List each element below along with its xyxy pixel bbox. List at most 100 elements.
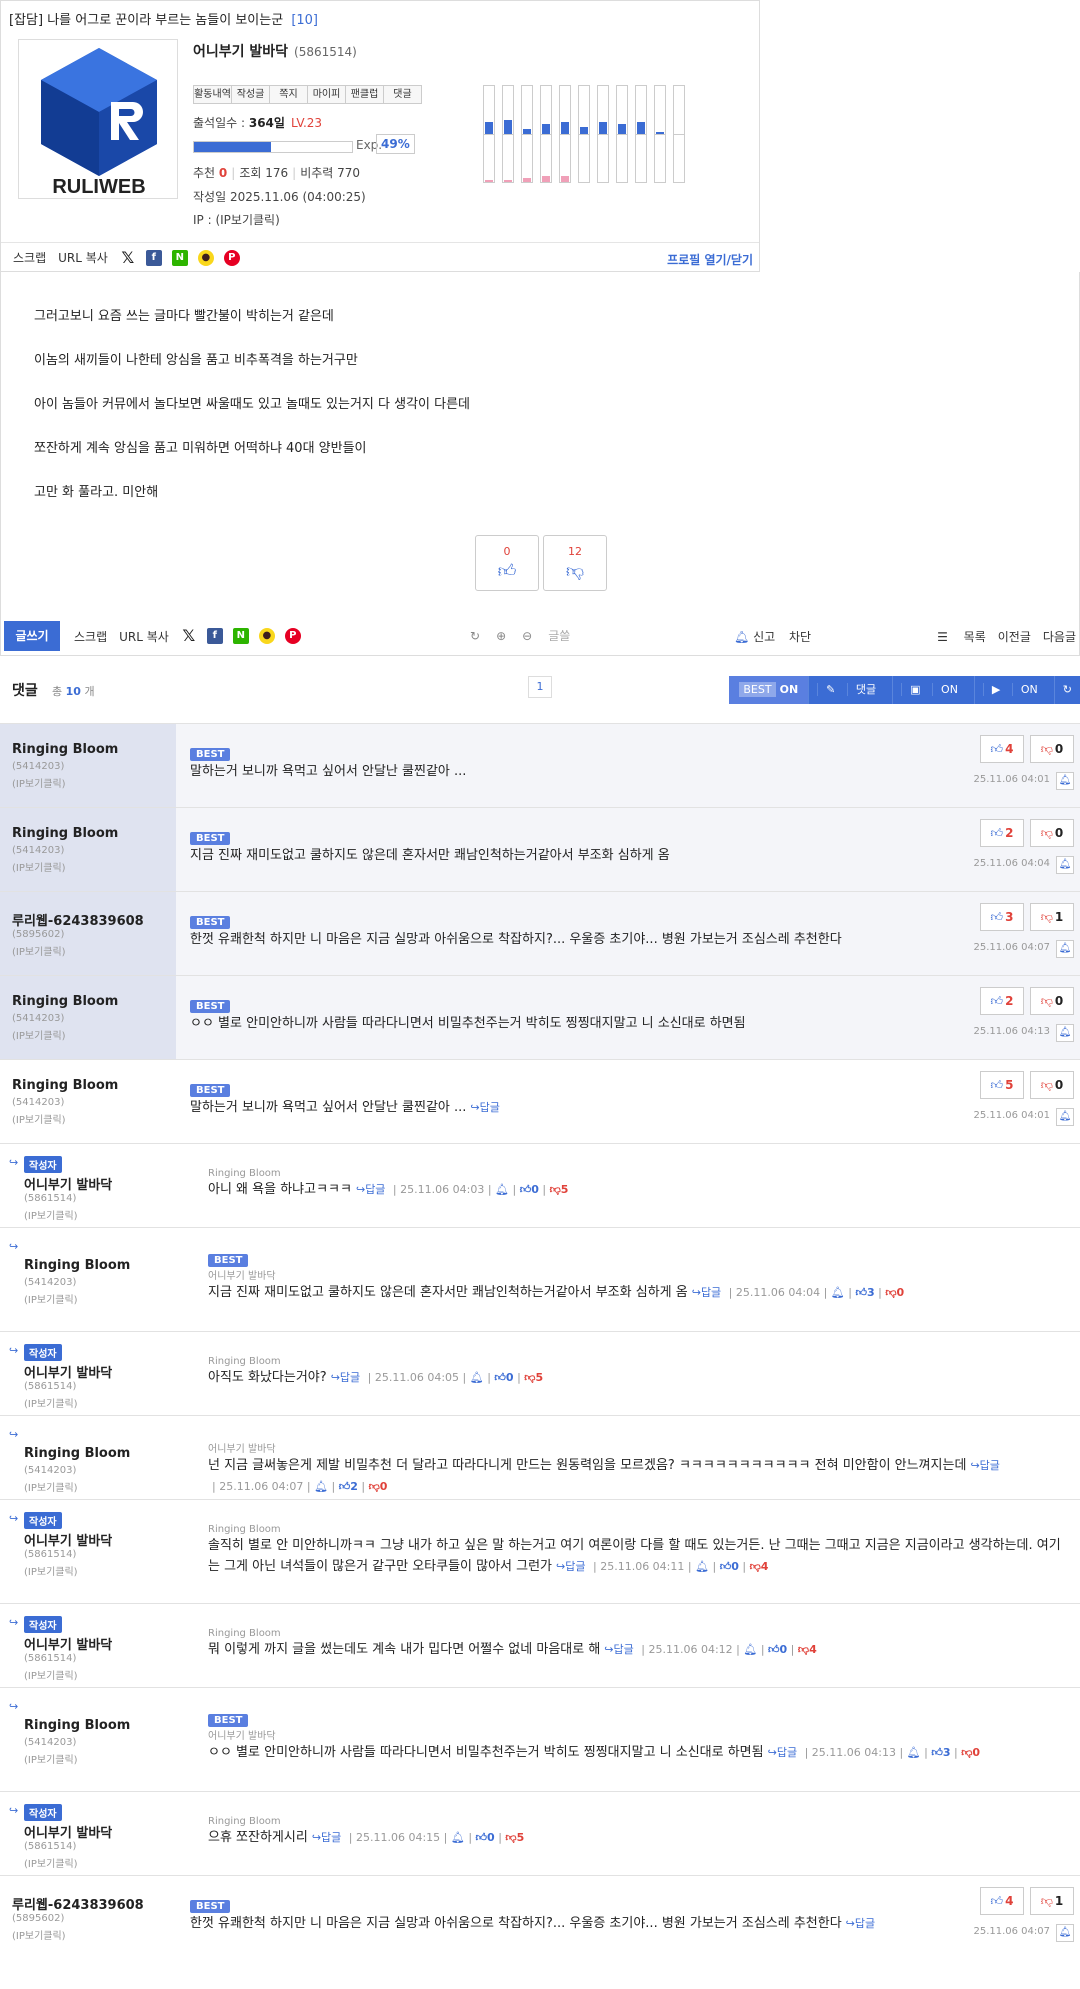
author-nick[interactable]: 어니부기 발바닥 (5861514) [193, 41, 357, 61]
bell-icon[interactable]: 🔔︎ [314, 1480, 328, 1493]
recommend-button[interactable]: 0 👍︎ [475, 535, 539, 591]
comment-downvote[interactable]: 👎︎0 [885, 1286, 904, 1299]
comment-downvote-button[interactable]: 👎︎ 1 [1030, 903, 1074, 931]
bell-icon[interactable]: 🔔︎ [1056, 940, 1074, 958]
page-number[interactable]: 1 [528, 676, 552, 698]
author-tab[interactable]: 쪽지 [269, 85, 308, 104]
profile-toggle-button[interactable]: 프로필 열기/닫기 [667, 251, 753, 268]
comment-upvote-button[interactable]: 👍︎ 2 [980, 987, 1024, 1015]
bell-icon[interactable]: 🔔︎ [907, 1746, 921, 1759]
comment-upvote[interactable]: 👍︎0 [520, 1183, 539, 1196]
reply-link[interactable]: ↪답글 [692, 1286, 721, 1299]
comment-downvote-button[interactable]: 👎︎ 0 [1030, 735, 1074, 763]
scrap-link[interactable]: 스크랩 [74, 628, 107, 645]
comment-username[interactable]: 어니부기 발바닥 [24, 1822, 112, 1841]
scrap-link[interactable]: 스크랩 [13, 249, 46, 266]
comment-downvote[interactable]: 👎︎5 [505, 1831, 524, 1844]
author-tab[interactable]: 활동내역 [193, 85, 232, 104]
comment-downvote[interactable]: 👎︎5 [550, 1183, 569, 1196]
comment-downvote-button[interactable]: 👎︎ 0 [1030, 819, 1074, 847]
comment-downvote-button[interactable]: 👎︎ 1 [1030, 1887, 1074, 1915]
reply-link[interactable]: ↪답글 [470, 1101, 499, 1114]
zoom-in-icon[interactable]: ⊕ [496, 629, 506, 643]
comment-write-button[interactable]: ✎ 댓글 [808, 676, 892, 704]
reply-link[interactable]: ↪답글 [331, 1371, 360, 1384]
facebook-share-icon[interactable]: f [206, 628, 223, 644]
reply-link[interactable]: ↪답글 [768, 1746, 797, 1759]
reply-link[interactable]: ↪답글 [312, 1831, 341, 1844]
reply-link[interactable]: ↪답글 [846, 1917, 875, 1930]
comment-username[interactable]: Ringing Bloom [12, 742, 118, 757]
comment-ip[interactable]: (IP보기클릭) [24, 1563, 78, 1578]
bell-icon[interactable]: 🔔︎ [831, 1286, 845, 1299]
comment-downvote-button[interactable]: 👎︎ 0 [1030, 987, 1074, 1015]
refresh-comments-button[interactable]: ↻ [1053, 676, 1080, 704]
bell-icon[interactable]: 🔔︎ [470, 1371, 484, 1384]
comment-upvote[interactable]: 👍︎3 [931, 1746, 950, 1759]
bell-icon[interactable]: 🔔︎ [1056, 1924, 1074, 1942]
comment-upvote-button[interactable]: 👍︎ 2 [980, 819, 1024, 847]
reply-link-label[interactable]: 답글 [855, 1917, 875, 1930]
bell-icon[interactable]: 🔔︎ [451, 1831, 465, 1844]
font-size-label[interactable]: 글쓸 [548, 627, 570, 644]
comment-username[interactable]: Ringing Bloom [12, 826, 118, 841]
bell-icon[interactable]: 🔔︎ [1056, 1024, 1074, 1042]
zoom-out-icon[interactable]: ⊖ [522, 629, 532, 643]
comment-username[interactable]: 루리웹-6243839608 [12, 910, 144, 929]
comment-downvote[interactable]: 👎︎4 [750, 1560, 769, 1573]
reply-link[interactable]: ↪답글 [970, 1459, 999, 1472]
unrecommend-button[interactable]: 12 👎︎ [543, 535, 607, 591]
reply-link-label[interactable]: 답글 [980, 1459, 1000, 1472]
bell-icon[interactable]: 🔔︎ [1056, 772, 1074, 790]
pinterest-share-icon[interactable]: P [284, 628, 301, 644]
x-share-icon[interactable]: 𝕏 [181, 628, 197, 644]
author-tab[interactable]: 팬클럽 [345, 85, 384, 104]
reply-link-label[interactable]: 답글 [777, 1746, 797, 1759]
prev-post-link[interactable]: 이전글 [998, 628, 1031, 645]
comment-upvote[interactable]: 👍︎0 [476, 1831, 495, 1844]
comment-ip[interactable]: (IP보기클릭) [24, 1207, 78, 1222]
reply-link-label[interactable]: 답글 [614, 1643, 634, 1656]
reply-link-label[interactable]: 답글 [321, 1831, 341, 1844]
comment-upvote[interactable]: 👍︎0 [720, 1560, 739, 1573]
reply-link-label[interactable]: 답글 [340, 1371, 360, 1384]
comment-downvote[interactable]: 👎︎5 [524, 1371, 543, 1384]
comment-downvote-button[interactable]: 👎︎ 0 [1030, 1071, 1074, 1099]
comment-ip[interactable]: (IP보기클릭) [12, 1927, 66, 1942]
video-toggle-button[interactable]: ▶ ON [973, 676, 1054, 704]
facebook-share-icon[interactable]: f [145, 249, 162, 266]
author-tab[interactable]: 댓글 [383, 85, 422, 104]
comment-ip[interactable]: (IP보기클릭) [24, 1855, 78, 1870]
comment-ip[interactable]: (IP보기클릭) [24, 1479, 78, 1494]
write-button[interactable]: 글쓰기 [4, 621, 60, 651]
kakao-share-icon[interactable]: ● [197, 249, 214, 266]
bell-icon[interactable]: 🔔︎ [743, 1643, 757, 1656]
url-copy-link[interactable]: URL 복사 [119, 628, 169, 645]
comment-username[interactable]: Ringing Bloom [12, 994, 118, 1009]
comment-username[interactable]: 어니부기 발바닥 [24, 1174, 112, 1193]
comment-ip[interactable]: (IP보기클릭) [12, 859, 66, 874]
comment-ip[interactable]: (IP보기클릭) [24, 1751, 78, 1766]
comment-username[interactable]: 어니부기 발바닥 [24, 1634, 112, 1653]
naver-share-icon[interactable]: N [171, 249, 188, 266]
block-link[interactable]: 차단 [789, 630, 811, 644]
comment-upvote[interactable]: 👍︎3 [855, 1286, 874, 1299]
bell-icon[interactable]: 🔔︎ [1056, 856, 1074, 874]
comment-upvote-button[interactable]: 👍︎ 4 [980, 735, 1024, 763]
comment-upvote[interactable]: 👍︎2 [339, 1480, 358, 1493]
author-tab[interactable]: 작성글 [231, 85, 270, 104]
url-copy-link[interactable]: URL 복사 [58, 249, 108, 266]
comment-username[interactable]: Ringing Bloom [24, 1258, 130, 1273]
comment-upvote-button[interactable]: 👍︎ 5 [980, 1071, 1024, 1099]
post-comment-count[interactable]: [10] [291, 13, 318, 28]
comment-upvote-button[interactable]: 👍︎ 4 [980, 1887, 1024, 1915]
reply-link-label[interactable]: 답글 [701, 1286, 721, 1299]
post-ip[interactable]: IP : (IP보기클릭) [193, 211, 280, 228]
comment-upvote-button[interactable]: 👍︎ 3 [980, 903, 1024, 931]
image-toggle-button[interactable]: ▣ ON [892, 676, 974, 704]
reply-link[interactable]: ↪답글 [556, 1560, 585, 1573]
comment-username[interactable]: Ringing Bloom [12, 1078, 118, 1093]
pinterest-share-icon[interactable]: P [223, 249, 240, 266]
comment-downvote[interactable]: 👎︎4 [798, 1643, 817, 1656]
reply-link-label[interactable]: 답글 [480, 1101, 500, 1114]
